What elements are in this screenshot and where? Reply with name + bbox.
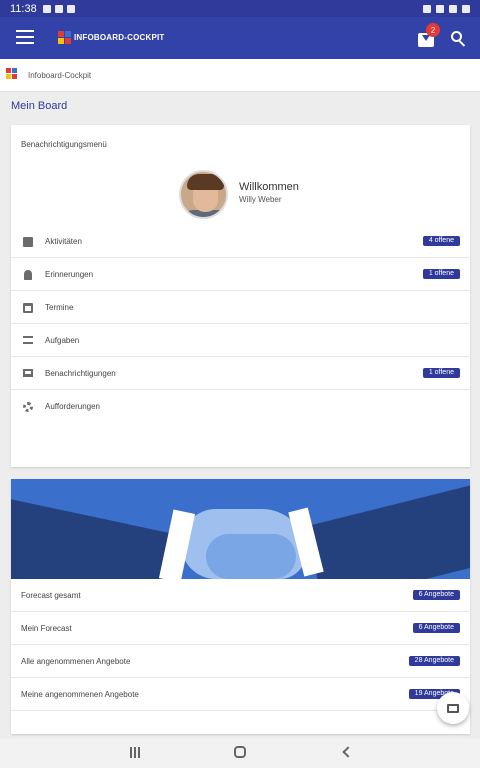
breadcrumb-label[interactable]: Infoboard-Cockpit (28, 71, 91, 80)
list-item-label: Meine angenommenen Angebote (21, 690, 139, 699)
battery-icon (462, 4, 470, 13)
back-icon[interactable] (342, 746, 354, 758)
system-icons (423, 4, 470, 13)
system-nav-bar (0, 738, 480, 768)
inbox-count-badge: 2 (426, 23, 440, 37)
status-time: 11:38 (10, 2, 37, 15)
list-item-label: Alle angenommenen Angebote (21, 657, 131, 666)
wifi-icon (436, 4, 444, 13)
menu-item-termine[interactable]: Termine (11, 291, 470, 324)
mute-icon (423, 4, 431, 13)
card-title: Benachrichtigungsmenü (21, 140, 107, 149)
menu-item-benachrichtigungen[interactable]: Benachrichtigungen 1 offene (11, 357, 470, 390)
menu-item-label: Benachrichtigungen (45, 369, 116, 378)
menu-item-aufforderungen[interactable]: Aufforderungen (11, 390, 470, 423)
bell-icon (24, 270, 32, 280)
user-name: Willy Weber (239, 195, 282, 204)
brand-logo-icon (58, 31, 71, 44)
menu-item-aufgaben[interactable]: Aufgaben (11, 324, 470, 357)
forecast-item-alle-angenommen[interactable]: Alle angenommenen Angebote 28 Angebote (11, 645, 470, 678)
breadcrumb: Infoboard-Cockpit (0, 59, 480, 92)
brand-title: INFOBOARD-COCKPIT (74, 33, 165, 42)
status-badge: 1 offene (422, 269, 460, 279)
app-bar: INFOBOARD-COCKPIT 2 (0, 17, 480, 59)
status-bar: 11:38 (0, 0, 480, 17)
hamburger-menu-icon[interactable] (16, 30, 34, 46)
avatar (179, 170, 228, 219)
inbox-button[interactable]: 2 (416, 23, 440, 49)
task-check-icon (23, 237, 33, 247)
count-badge: 6 Angebote (412, 590, 460, 600)
count-badge: 6 Angebote (412, 623, 460, 633)
count-badge: 28 Angebote (408, 656, 460, 666)
calendar-icon (23, 303, 33, 313)
app-logo-icon (6, 68, 18, 80)
status-badge: 4 offene (422, 236, 460, 246)
folder-fab-button[interactable] (437, 692, 469, 724)
status-badge: 1 offene (422, 368, 460, 378)
brand: INFOBOARD-COCKPIT (58, 31, 165, 44)
welcome-section: Willkommen Willy Weber (11, 163, 470, 228)
page-title: Mein Board (11, 100, 68, 112)
checklist-icon (23, 336, 33, 344)
forecast-card: Forecast gesamt 6 Angebote Mein Forecast… (11, 479, 470, 734)
menu-item-aktivitaeten[interactable]: Aktivitäten 4 offene (11, 225, 470, 258)
forecast-item-meine-angenommen[interactable]: Meine angenommenen Angebote 19 Angebote (11, 678, 470, 711)
shield-icon (54, 4, 63, 13)
notification-icons (42, 4, 75, 13)
menu-item-erinnerungen[interactable]: Erinnerungen 1 offene (11, 258, 470, 291)
notification-menu-list: Aktivitäten 4 offene Erinnerungen 1 offe… (11, 225, 470, 423)
menu-item-label: Aktivitäten (45, 237, 82, 246)
menu-item-label: Erinnerungen (45, 270, 94, 279)
menu-item-label: Termine (45, 303, 74, 312)
list-item-label: Forecast gesamt (21, 591, 81, 600)
menu-item-label: Aufgaben (45, 336, 80, 345)
search-icon[interactable] (450, 30, 468, 48)
folder-icon (447, 704, 459, 713)
image-icon (42, 4, 51, 13)
gears-icon (23, 402, 33, 412)
home-icon[interactable] (234, 746, 246, 758)
welcome-heading: Willkommen (239, 181, 299, 193)
forecast-item-mein[interactable]: Mein Forecast 6 Angebote (11, 612, 470, 645)
forecast-list: Forecast gesamt 6 Angebote Mein Forecast… (11, 579, 470, 711)
dnd-icon (449, 4, 457, 13)
menu-item-label: Aufforderungen (45, 402, 101, 411)
handshake-banner-image (11, 479, 470, 579)
notification-card: Benachrichtigungsmenü Willkommen Willy W… (11, 125, 470, 467)
bag-icon (66, 4, 75, 13)
list-item-label: Mein Forecast (21, 624, 72, 633)
recent-apps-icon[interactable] (130, 747, 140, 758)
laptop-icon (23, 369, 33, 377)
forecast-item-gesamt[interactable]: Forecast gesamt 6 Angebote (11, 579, 470, 612)
